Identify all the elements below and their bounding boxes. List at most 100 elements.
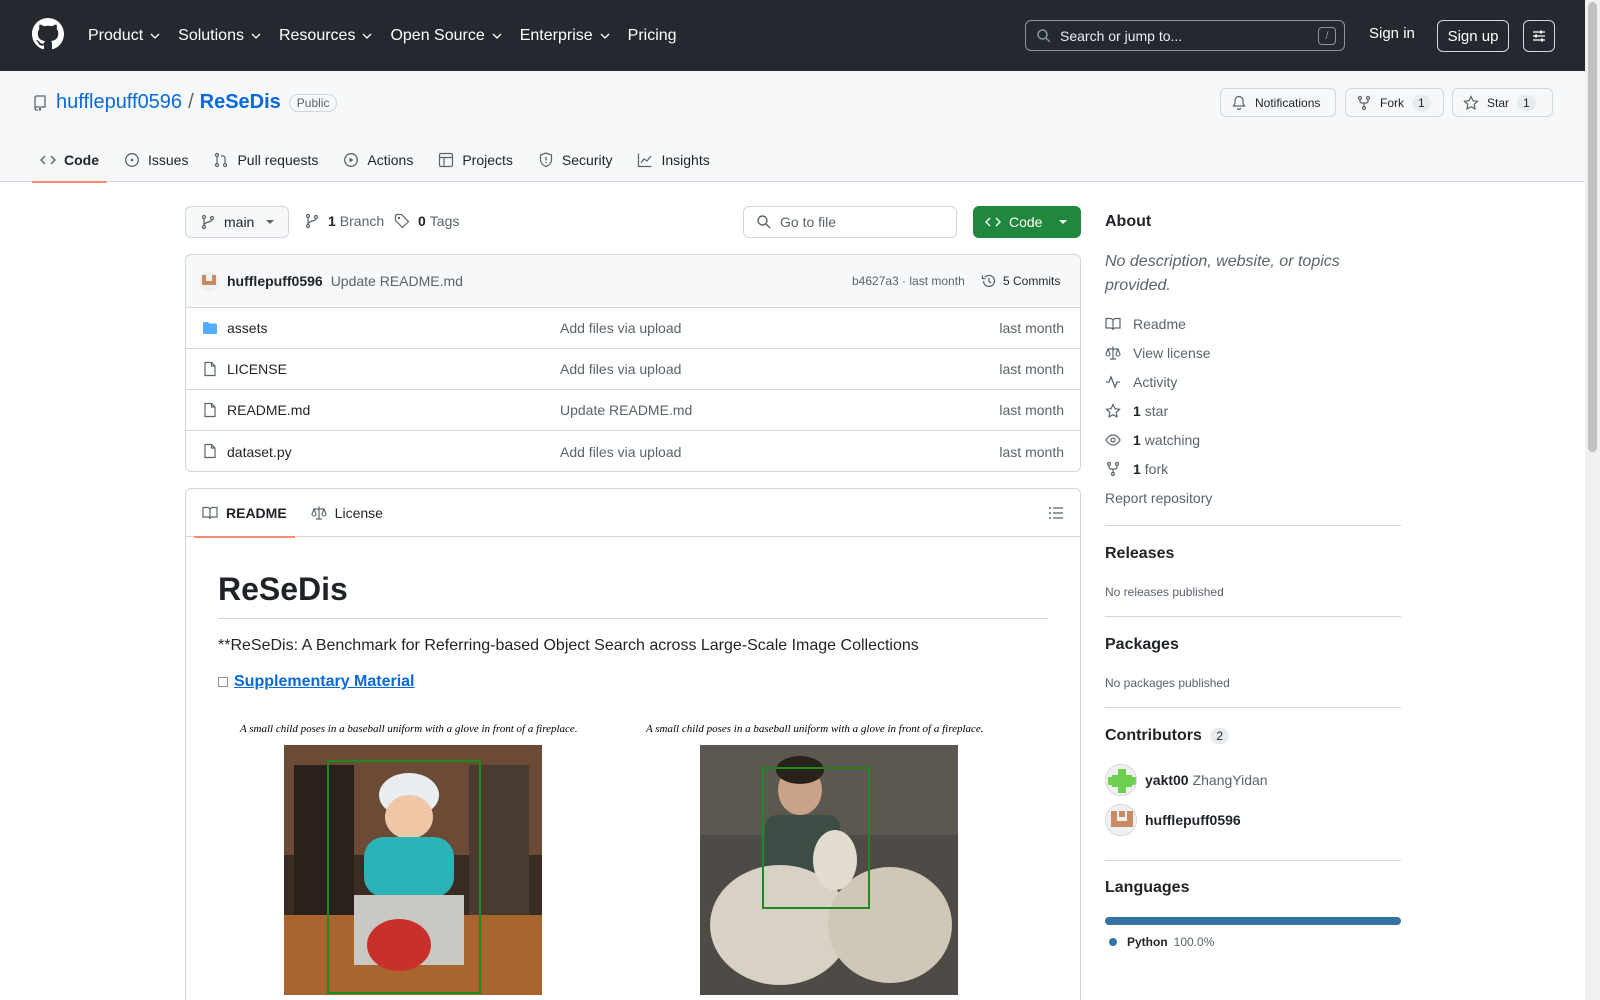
figure-caption-right: A small child poses in a baseball unifor… <box>646 723 984 735</box>
forks-link[interactable]: 1 fork <box>1105 461 1168 477</box>
nav-enterprise-label: Enterprise <box>519 26 593 44</box>
tab-code[interactable]: Code <box>32 137 107 183</box>
activity-link[interactable]: Activity <box>1105 374 1177 390</box>
language-bar <box>1105 917 1401 925</box>
avatar[interactable] <box>1105 764 1137 796</box>
list-unordered-icon[interactable] <box>1048 505 1064 521</box>
repo-name-link[interactable]: ReSeDis <box>200 91 281 114</box>
readme-link[interactable]: Readme <box>1105 316 1186 332</box>
file-name[interactable]: assets <box>227 320 267 336</box>
scrollbar-thumb[interactable] <box>1588 2 1597 452</box>
watchers-link[interactable]: 1 watching <box>1105 432 1200 448</box>
tab-security[interactable]: Security <box>530 137 621 182</box>
file-row[interactable]: dataset.py Add files via upload last mon… <box>186 431 1080 471</box>
divider <box>1105 616 1401 617</box>
language-item[interactable]: Python 100.0% <box>1109 935 1214 949</box>
search-input[interactable]: Search or jump to... / <box>1025 20 1345 51</box>
report-repository-link[interactable]: Report repository <box>1105 490 1212 506</box>
repo-owner-link[interactable]: hufflepuff0596 <box>56 91 182 114</box>
commits-count: 5 Commits <box>1003 274 1061 288</box>
nav-pricing[interactable]: Pricing <box>628 27 677 45</box>
branch-name: main <box>224 214 255 230</box>
search-icon <box>1037 28 1051 43</box>
contributors-heading[interactable]: Contributors 2 <box>1105 727 1230 745</box>
file-commit-message[interactable]: Update README.md <box>560 402 692 418</box>
page-scrollbar[interactable] <box>1585 0 1600 1000</box>
avatar[interactable] <box>199 271 219 291</box>
commit-hash-time[interactable]: b4627a3 · last month <box>852 274 965 288</box>
avatar[interactable] <box>1105 804 1137 836</box>
releases-heading[interactable]: Releases <box>1105 545 1174 563</box>
book-icon <box>1105 317 1121 331</box>
notifications-button[interactable]: Notifications <box>1220 88 1336 117</box>
readme-subtitle: **ReSeDis: A Benchmark for Referring-bas… <box>218 637 919 654</box>
readme-body: ReSeDis **ReSeDis: A Benchmark for Refer… <box>186 571 1080 1000</box>
file-name[interactable]: dataset.py <box>227 444 292 460</box>
commits-link[interactable]: 5 Commits <box>981 273 1060 289</box>
file-commit-message[interactable]: Add files via upload <box>560 444 681 460</box>
contributor-name: ZhangYidan <box>1192 772 1268 788</box>
tab-issues-label: Issues <box>148 151 189 168</box>
file-row[interactable]: LICENSE Add files via upload last month <box>186 349 1080 390</box>
fork-button[interactable]: Fork 1 <box>1345 88 1444 117</box>
tab-actions[interactable]: Actions <box>335 137 421 182</box>
readme-tabs: README License <box>186 489 1080 538</box>
supplementary-material-link[interactable]: Supplementary Material <box>234 673 415 691</box>
search-shortcut-key: / <box>1318 27 1336 45</box>
menu-button[interactable] <box>1523 20 1555 52</box>
file-commit-message[interactable]: Add files via upload <box>560 361 681 377</box>
path-separator: / <box>188 91 194 113</box>
file-row[interactable]: README.md Update README.md last month <box>186 390 1080 431</box>
nav-product-label: Product <box>88 26 144 44</box>
sign-in-link[interactable]: Sign in <box>1369 25 1415 42</box>
chevron-down-icon <box>600 33 610 39</box>
nav-open-source[interactable]: Open Source <box>390 27 502 45</box>
go-to-file-placeholder: Go to file <box>780 214 837 230</box>
nav-enterprise[interactable]: Enterprise <box>520 27 611 45</box>
contributor-item[interactable]: hufflepuff0596 <box>1105 804 1245 836</box>
caret-down-icon <box>266 220 274 224</box>
contributor-login[interactable]: hufflepuff0596 <box>1145 812 1241 828</box>
nav-solutions[interactable]: Solutions <box>178 27 262 45</box>
file-row[interactable]: assets Add files via upload last month <box>186 308 1080 349</box>
contributor-item[interactable]: yakt00 ZhangYidan <box>1105 764 1268 796</box>
play-icon <box>344 152 359 167</box>
about-heading: About <box>1105 213 1152 230</box>
license-link[interactable]: View license <box>1105 345 1211 361</box>
nav-resources[interactable]: Resources <box>279 27 373 45</box>
go-to-file-input[interactable]: Go to file <box>743 206 957 238</box>
star-button[interactable]: Star 1 <box>1452 88 1553 117</box>
branches-link[interactable]: 1 Branch <box>304 213 384 229</box>
stars-label: star <box>1144 403 1169 419</box>
tab-license[interactable]: License <box>303 489 391 537</box>
nav-product[interactable]: Product <box>88 27 161 45</box>
star-label: Star <box>1487 95 1510 110</box>
search-icon <box>757 215 771 229</box>
file-name[interactable]: README.md <box>227 402 310 418</box>
code-icon <box>40 155 56 164</box>
law-icon <box>311 506 327 520</box>
github-logo-icon[interactable] <box>32 18 64 50</box>
tab-readme[interactable]: README <box>194 489 295 538</box>
tab-projects[interactable]: Projects <box>430 137 521 182</box>
commit-author[interactable]: hufflepuff0596 <box>227 273 323 289</box>
packages-heading[interactable]: Packages <box>1105 636 1179 654</box>
watching-count: 1 <box>1133 432 1141 448</box>
commit-message[interactable]: Update README.md <box>331 273 463 289</box>
sign-up-button[interactable]: Sign up <box>1437 20 1509 52</box>
file-date: last month <box>999 361 1064 377</box>
file-commit-message[interactable]: Add files via upload <box>560 320 681 336</box>
identicon-icon <box>199 271 219 291</box>
code-dropdown-button[interactable]: Code <box>973 206 1081 238</box>
branch-select-button[interactable]: main <box>185 206 289 238</box>
tab-pull-requests[interactable]: Pull requests <box>205 137 326 182</box>
tab-insights[interactable]: Insights <box>629 137 717 182</box>
contributor-login[interactable]: yakt00 <box>1145 772 1189 788</box>
stars-link[interactable]: 1 star <box>1105 403 1168 419</box>
file-name[interactable]: LICENSE <box>227 361 287 377</box>
repo-icon <box>34 94 46 111</box>
fork-icon <box>1106 461 1120 477</box>
file-icon <box>204 443 216 459</box>
tags-link[interactable]: 0 Tags <box>394 213 459 229</box>
tab-issues[interactable]: Issues <box>116 137 196 182</box>
